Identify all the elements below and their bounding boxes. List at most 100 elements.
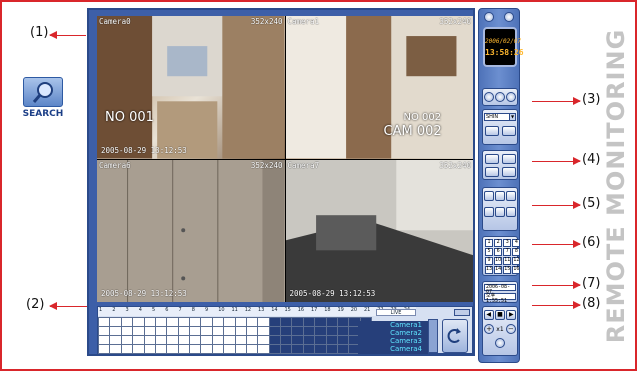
timeline-cell[interactable] — [268, 326, 282, 336]
timeline-cell[interactable] — [211, 317, 225, 327]
timeline-cell[interactable] — [143, 317, 156, 327]
timeline-cell[interactable] — [177, 335, 191, 345]
timeline-cell[interactable] — [302, 317, 316, 327]
camera-number-button[interactable]: 7 — [503, 248, 512, 256]
camera-number-button[interactable]: 5 — [485, 248, 494, 256]
camera-view-6[interactable]: Camera6 352x240 2005-08-29 13:12:53 — [97, 159, 285, 302]
camera-number-button[interactable]: 4 — [512, 239, 521, 247]
timeline-cell[interactable] — [154, 326, 168, 336]
timeline-cell[interactable] — [314, 326, 327, 336]
timeline-cell[interactable] — [166, 317, 179, 327]
timeline-cell[interactable] — [325, 344, 338, 354]
camera-view-0[interactable]: Camera0 352x240 NO 001 2005-08-29 13:12:… — [97, 16, 285, 159]
timeline-cell[interactable] — [143, 335, 156, 345]
timeline-cell[interactable] — [257, 335, 270, 345]
timeline-cell[interactable] — [279, 326, 293, 336]
timeline-cell[interactable] — [132, 335, 145, 345]
stop-icon[interactable]: ■ — [494, 310, 505, 320]
timeline-cell[interactable] — [120, 326, 134, 336]
timeline-cell[interactable] — [97, 326, 111, 336]
search-button[interactable]: SEARCH — [21, 77, 65, 125]
timeline-cell[interactable] — [257, 317, 270, 327]
timeline-cell[interactable] — [143, 344, 156, 354]
timeline-cell[interactable] — [245, 344, 259, 354]
timeline-cell[interactable] — [257, 344, 270, 354]
timeline-cell[interactable] — [302, 335, 316, 345]
timeline-cell[interactable] — [234, 344, 247, 354]
jog-icon[interactable] — [495, 338, 505, 348]
timeline-live-tag[interactable]: LIVE — [376, 309, 416, 316]
timeline-cell[interactable] — [109, 335, 122, 345]
timeline-cell[interactable] — [279, 317, 293, 327]
timeline-cell[interactable] — [109, 326, 122, 336]
timeline-cell[interactable] — [245, 335, 259, 345]
timeline-cell[interactable] — [223, 335, 236, 345]
speed-up-icon[interactable]: + — [484, 324, 495, 334]
timeline-cell[interactable] — [245, 326, 259, 336]
timeline-cell[interactable] — [97, 335, 111, 345]
minimize-button[interactable] — [484, 12, 494, 22]
timeline-cell[interactable] — [188, 335, 202, 345]
timeline-cell[interactable] — [234, 326, 247, 336]
date-field[interactable]: 2006-08-07 — [484, 284, 516, 295]
timeline-cell[interactable] — [132, 344, 145, 354]
timeline-cell[interactable] — [200, 344, 213, 354]
timeline-cell[interactable] — [245, 317, 259, 327]
timeline-cell[interactable] — [177, 317, 191, 327]
eye-icon[interactable] — [483, 92, 494, 102]
layout-4-icon[interactable] — [484, 167, 499, 177]
timeline-cell[interactable] — [211, 326, 225, 336]
timeline-cell[interactable] — [325, 326, 338, 336]
timeline-cell[interactable] — [188, 326, 202, 336]
timeline-cell[interactable] — [336, 335, 350, 345]
timeline-cell[interactable] — [314, 317, 327, 327]
camera-number-button[interactable]: 16 — [512, 266, 521, 274]
timeline-cell[interactable] — [188, 344, 202, 354]
timeline-cell[interactable] — [200, 335, 213, 345]
disconnect-button[interactable] — [501, 126, 516, 136]
timeline-cell[interactable] — [166, 326, 179, 336]
timeline-scrollbar[interactable] — [428, 319, 438, 353]
timeline-cell[interactable] — [257, 326, 270, 336]
timeline-cell[interactable] — [132, 317, 145, 327]
timeline-cell[interactable] — [188, 317, 202, 327]
timeline-cell[interactable] — [302, 344, 316, 354]
camera-number-button[interactable]: 6 — [494, 248, 503, 256]
timeline-cell[interactable] — [200, 317, 213, 327]
timeline-cell[interactable] — [325, 317, 338, 327]
timeline-cell[interactable] — [109, 317, 122, 327]
timeline-cell[interactable] — [279, 344, 293, 354]
timeline-cell[interactable] — [291, 326, 304, 336]
timeline-cell[interactable] — [200, 326, 213, 336]
timeline-cell[interactable] — [302, 326, 316, 336]
record-icon[interactable] — [483, 191, 494, 201]
timeline-cell[interactable] — [223, 344, 236, 354]
timeline-cell[interactable] — [336, 326, 350, 336]
layout-single-icon[interactable] — [484, 154, 499, 164]
config-icon[interactable] — [506, 207, 517, 217]
camera-number-button[interactable]: 9 — [485, 257, 494, 265]
camera-number-button[interactable]: 13 — [485, 266, 494, 274]
camera-number-button[interactable]: 12 — [512, 257, 521, 265]
timeline-cell[interactable] — [132, 326, 145, 336]
ptz-icon[interactable] — [494, 92, 505, 102]
timeline-cell[interactable] — [166, 344, 179, 354]
timeline-cell[interactable] — [268, 344, 282, 354]
camera-view-7[interactable]: Camera7 352x240 2005-08-29 13:12:53 — [285, 159, 473, 302]
timeline-cell[interactable] — [154, 335, 168, 345]
rewind-icon[interactable]: ◀ — [483, 310, 494, 320]
timeline-cell[interactable] — [336, 317, 350, 327]
timeline-cell[interactable] — [268, 317, 282, 327]
timeline-menu-button[interactable] — [454, 309, 470, 316]
camera-number-button[interactable]: 8 — [512, 248, 521, 256]
timeline-cell[interactable] — [268, 335, 282, 345]
save-icon[interactable] — [494, 207, 505, 217]
timeline-cell[interactable] — [291, 344, 304, 354]
timeline-cell[interactable] — [336, 344, 350, 354]
timeline-cell[interactable] — [154, 317, 168, 327]
camera-number-button[interactable]: 15 — [503, 266, 512, 274]
user-select[interactable]: SHIN ▼ — [484, 113, 516, 121]
timeline-cell[interactable] — [177, 326, 191, 336]
timeline-cell[interactable] — [97, 317, 111, 327]
camera-number-button[interactable]: 1 — [485, 239, 494, 247]
